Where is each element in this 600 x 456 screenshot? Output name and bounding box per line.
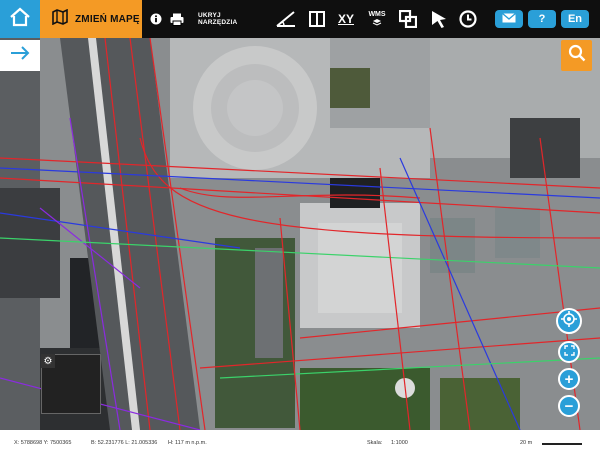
minimap-settings-button[interactable]: ⚙ bbox=[41, 354, 55, 368]
zoom-in-button[interactable]: + bbox=[558, 368, 580, 390]
locate-button[interactable] bbox=[556, 308, 582, 334]
cursor-icon bbox=[431, 10, 447, 28]
zoom-out-button[interactable]: − bbox=[558, 395, 580, 417]
select-area-button[interactable] bbox=[396, 0, 420, 38]
select-area-icon bbox=[399, 10, 417, 28]
split-view-button[interactable] bbox=[306, 0, 328, 38]
status-bar: X: 5788698 Y: 7500365 B: 52.231776 L: 21… bbox=[0, 430, 600, 456]
home-button[interactable] bbox=[0, 0, 40, 38]
fullscreen-button[interactable] bbox=[558, 341, 580, 363]
map-book-icon bbox=[52, 8, 68, 30]
xy-coordinates-button[interactable]: XY bbox=[334, 0, 358, 38]
scalebar-label: 20 m bbox=[520, 440, 533, 446]
language-button[interactable]: En bbox=[561, 10, 589, 28]
pointer-button[interactable] bbox=[428, 0, 450, 38]
side-panel-toggle-button[interactable] bbox=[0, 40, 40, 71]
scale-value[interactable]: 1:1000 bbox=[391, 440, 408, 446]
top-toolbar: ZMIEŃ MAPĘ UKRYJ NARZĘDZIA XY WMS ? En bbox=[0, 0, 600, 38]
hide-tools-button[interactable]: UKRYJ NARZĘDZIA bbox=[198, 0, 258, 38]
measure-angle-icon bbox=[276, 11, 296, 27]
language-label: En bbox=[567, 13, 583, 25]
scale-label: Skala: bbox=[367, 440, 383, 446]
mail-icon bbox=[502, 12, 516, 26]
xy-label: XY bbox=[337, 12, 354, 26]
scalebar bbox=[542, 443, 582, 445]
mail-button[interactable] bbox=[495, 10, 523, 28]
search-icon bbox=[568, 44, 586, 67]
fullscreen-icon bbox=[563, 343, 575, 361]
home-icon bbox=[9, 7, 31, 32]
arrow-right-icon bbox=[10, 46, 30, 65]
info-icon bbox=[150, 13, 162, 25]
help-button[interactable]: ? bbox=[528, 10, 556, 28]
info-button[interactable] bbox=[148, 0, 164, 38]
wms-button[interactable]: WMS bbox=[364, 0, 390, 38]
height-readout: H: 117 m n.p.m. bbox=[168, 440, 207, 446]
zoom-in-label: + bbox=[564, 370, 574, 388]
print-button[interactable] bbox=[168, 0, 186, 38]
split-view-icon bbox=[309, 11, 325, 27]
history-button[interactable] bbox=[456, 0, 480, 38]
xy-coordinates-readout: X: 5788698 Y: 7500365 bbox=[14, 440, 72, 446]
locate-icon bbox=[561, 310, 577, 332]
help-label: ? bbox=[538, 13, 546, 25]
search-button[interactable] bbox=[561, 40, 592, 71]
print-icon bbox=[170, 13, 184, 26]
change-map-label: ZMIEŃ MAPĘ bbox=[75, 13, 140, 25]
change-map-button[interactable]: ZMIEŃ MAPĘ bbox=[40, 0, 142, 38]
hide-tools-label: UKRYJ NARZĘDZIA bbox=[198, 12, 238, 26]
measure-tool-button[interactable] bbox=[274, 0, 298, 38]
latlon-readout: B: 52.231776 L: 21.005336 bbox=[91, 440, 158, 446]
history-clock-icon bbox=[459, 10, 477, 28]
gear-icon: ⚙ bbox=[43, 355, 53, 367]
wms-layer-icon bbox=[372, 18, 382, 27]
wms-label: WMS bbox=[368, 11, 386, 18]
zoom-out-label: − bbox=[564, 397, 574, 415]
